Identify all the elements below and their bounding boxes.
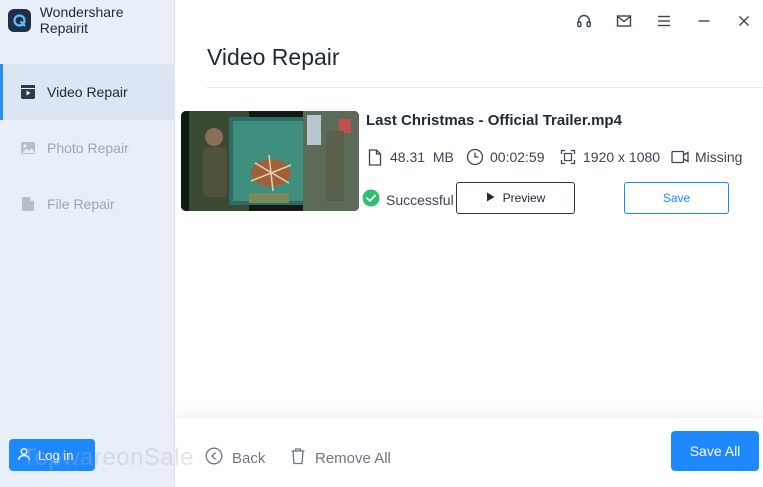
video-camera-icon [671,148,689,166]
sidebar: Wondershare Repairit Video Repair Photo … [0,0,175,487]
video-thumbnail[interactable] [181,111,359,211]
camera-value: Missing [695,149,743,165]
save-all-button[interactable]: Save All [671,431,759,471]
mail-icon[interactable] [614,11,634,31]
file-duration: 00:02:59 [466,147,545,167]
minimize-icon[interactable] [694,11,714,31]
app-name: Wondershare Repairit [39,4,124,36]
sidebar-item-label: Photo Repair [47,140,129,156]
status-label: Successful [386,191,454,208]
trash-icon [290,447,306,469]
repairit-logo-icon [8,8,31,32]
resolution-value: 1920 x 1080 [583,149,661,165]
headset-icon[interactable] [574,11,594,31]
file-name: Last Christmas - Official Trailer.mp4 [366,112,622,129]
remove-all-button[interactable]: Remove All [290,447,391,469]
app-title: Wondershare Repairit [8,4,174,36]
file-size-value: 48.31 MB [390,149,454,165]
image-icon [19,139,37,157]
menu-icon[interactable] [654,11,674,31]
file-camera: Missing [671,147,742,167]
divider [207,87,763,88]
preview-button[interactable]: Preview [456,182,575,214]
file-resolution: 1920 x 1080 [559,147,660,167]
remove-all-label: Remove All [315,449,391,467]
page-title: Video Repair [207,44,340,70]
file-size: 48.31 MB [366,147,454,167]
preview-label: Preview [502,191,546,205]
user-icon [17,447,31,464]
repair-status: Successful [362,189,454,210]
sidebar-item-photo-repair[interactable]: Photo Repair [0,120,175,176]
file-icon [366,148,384,166]
sidebar-item-video-repair[interactable]: Video Repair [0,64,175,120]
close-icon[interactable] [734,11,754,31]
titlebar-controls [574,11,763,31]
back-button[interactable]: Back [205,447,265,469]
video-file-icon [19,83,37,101]
footer-bar: Back Remove All Save All [176,417,763,487]
save-button[interactable]: Save [624,182,729,214]
sidebar-item-label: File Repair [47,196,115,212]
check-circle-icon [362,189,380,210]
play-icon [486,191,495,205]
sidebar-item-file-repair[interactable]: File Repair [0,176,175,232]
back-label: Back [232,449,266,467]
back-arrow-icon [205,447,223,469]
clock-icon [466,148,484,166]
login-button[interactable]: Log in [9,439,95,471]
login-label: Log in [38,447,74,463]
duration-value: 00:02:59 [490,149,545,165]
sidebar-item-label: Video Repair [47,84,128,100]
document-icon [19,195,37,213]
expand-icon [559,148,577,166]
sidebar-nav: Video Repair Photo Repair File Repair [0,64,175,232]
